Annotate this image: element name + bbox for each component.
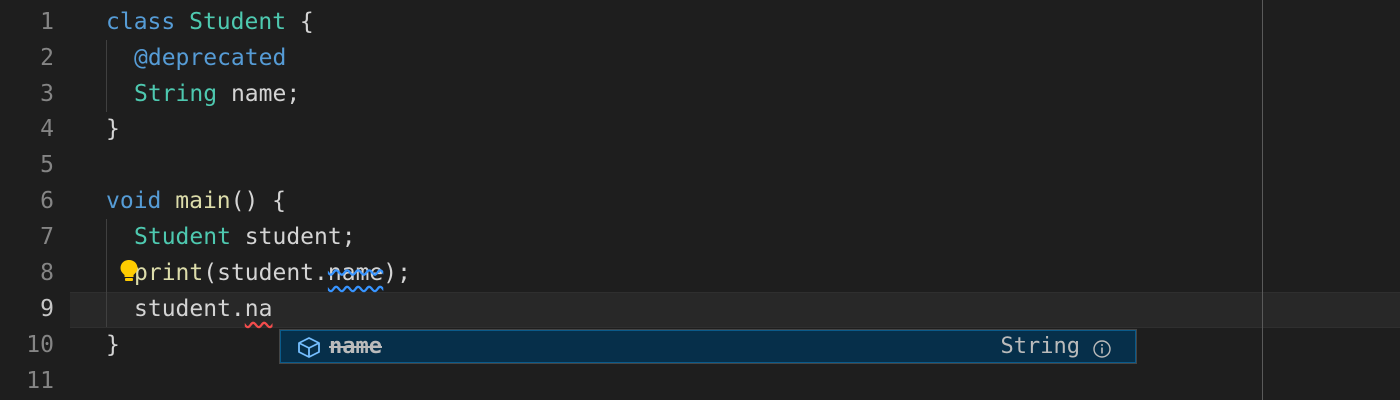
code-text: { bbox=[286, 9, 314, 35]
suggest-widget[interactable]: name String bbox=[279, 329, 1137, 364]
code-text: ); bbox=[383, 260, 411, 286]
line-number: 4 bbox=[40, 116, 54, 142]
function-name: main bbox=[175, 188, 231, 214]
code-line-3: String name; bbox=[134, 76, 300, 112]
type-name: Student bbox=[189, 9, 287, 35]
line-number: 8 bbox=[40, 260, 54, 286]
code-text: (student. bbox=[203, 260, 328, 286]
info-icon[interactable] bbox=[1093, 338, 1111, 358]
annotation: @deprecated bbox=[134, 45, 287, 71]
code-text: student. bbox=[134, 296, 245, 322]
line-number: 5 bbox=[40, 152, 54, 178]
suggest-item-detail: String bbox=[1000, 334, 1080, 359]
code-text: () { bbox=[230, 188, 287, 214]
code-text: } bbox=[106, 116, 120, 142]
deprecated-member[interactable]: name bbox=[328, 260, 383, 286]
line-number-gutter: 1 2 3 4 5 6 7 8 9 10 11 bbox=[0, 0, 70, 400]
code-line-2: @deprecated bbox=[134, 40, 286, 76]
line-number: 6 bbox=[40, 188, 54, 214]
code-line-6: void main() { bbox=[106, 183, 286, 219]
line-number: 3 bbox=[40, 81, 54, 107]
code-line-4: } bbox=[106, 111, 120, 147]
code-line-1: class Student { bbox=[106, 4, 314, 40]
line-number: 2 bbox=[40, 45, 54, 71]
code-line-10: } bbox=[106, 327, 120, 363]
line-number: 7 bbox=[40, 224, 54, 250]
line-number: 11 bbox=[26, 368, 54, 394]
suggest-item-label: name bbox=[329, 334, 382, 359]
line-number-active: 9 bbox=[40, 296, 54, 322]
code-text: } bbox=[106, 332, 120, 358]
code-line-7: Student student; bbox=[134, 219, 356, 255]
code-line-9: student.na bbox=[134, 291, 272, 327]
code-line-8: print(student.name); bbox=[134, 255, 411, 291]
lightbulb-icon[interactable] bbox=[119, 259, 139, 283]
line-number: 1 bbox=[40, 9, 54, 35]
suggest-item[interactable]: name String bbox=[280, 330, 1136, 363]
line-number: 10 bbox=[26, 332, 54, 358]
code-text: name; bbox=[217, 81, 301, 107]
type-name: String bbox=[134, 81, 218, 107]
function-name: print bbox=[134, 260, 204, 286]
type-name: Student bbox=[134, 224, 231, 250]
editor-ruler bbox=[1262, 0, 1263, 400]
typed-text-error[interactable]: na bbox=[245, 296, 273, 322]
keyword-class: class bbox=[106, 9, 176, 35]
field-icon bbox=[296, 336, 322, 358]
code-editor[interactable]: 1 2 3 4 5 6 7 8 9 10 11 class Student { … bbox=[0, 0, 1400, 400]
keyword-void: void bbox=[106, 188, 162, 214]
code-text: student; bbox=[230, 224, 356, 250]
